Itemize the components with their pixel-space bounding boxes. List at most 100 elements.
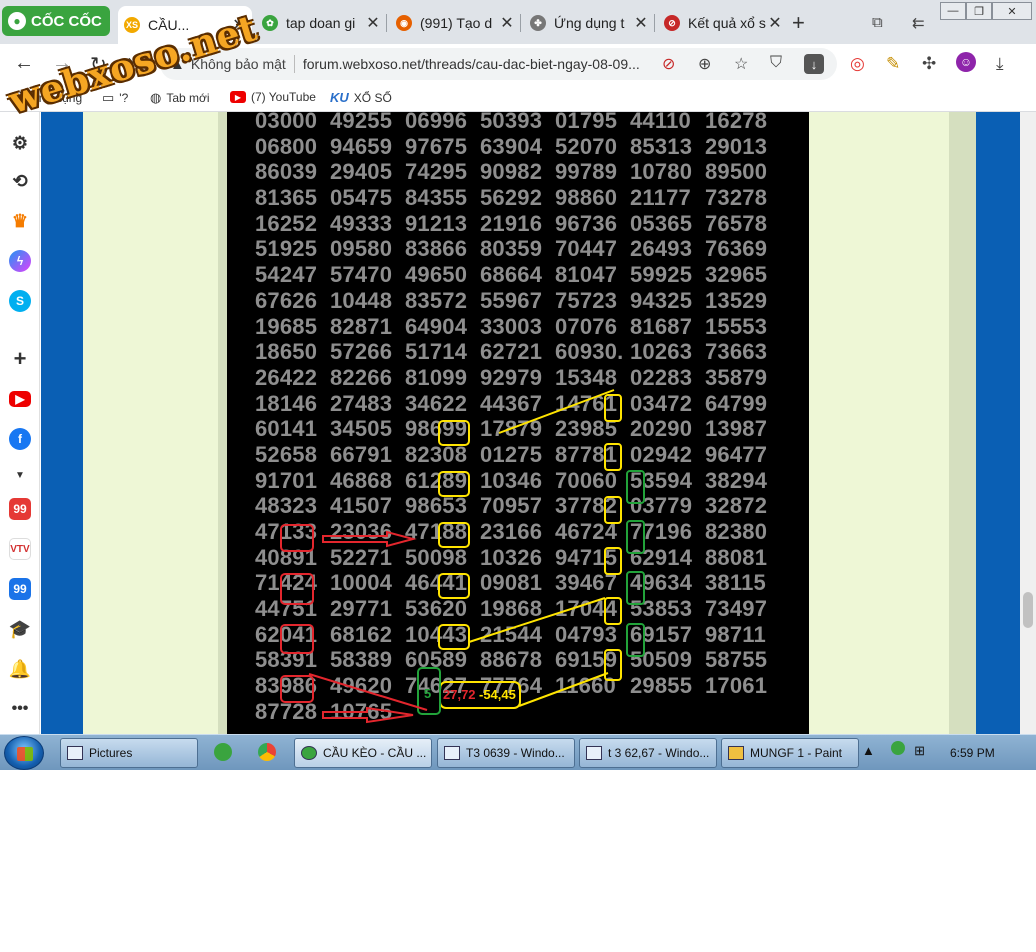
start-button[interactable]: [4, 736, 44, 770]
annotation-yellow-value: -54,45: [479, 687, 516, 702]
divider: [293, 55, 295, 73]
yellow-arrow-line: [498, 389, 615, 434]
skype-icon[interactable]: S: [9, 290, 31, 312]
annotation-digit: 5: [424, 686, 431, 701]
network-icon[interactable]: ⊞: [914, 743, 925, 758]
history-icon[interactable]: ⟲: [9, 170, 31, 192]
new-tab-button[interactable]: +: [792, 10, 805, 36]
shopee-99-icon[interactable]: 99: [9, 498, 31, 520]
coccoc-icon: [301, 746, 317, 760]
tab-title: (991) Tạo d: [420, 15, 493, 31]
chrome-extension-icon[interactable]: ◎: [850, 54, 865, 74]
paint-icon: [728, 746, 744, 760]
task-label: t 3 62,67 - Windo...: [608, 746, 710, 760]
cast-icon[interactable]: ⧉: [872, 14, 883, 31]
yellow-highlight-box: [438, 471, 470, 497]
bookmark-label: Tab mới: [166, 91, 210, 105]
results-icon: ⊘: [664, 15, 680, 31]
task-photo-viewer-1[interactable]: T3 0639 - Windo...: [437, 738, 575, 768]
yellow-highlight-box: [604, 394, 622, 422]
red-arrow: [322, 706, 414, 724]
ku-icon: KU: [330, 90, 349, 105]
pencil-icon[interactable]: ✎: [886, 54, 900, 74]
yellow-arrow-line: [518, 672, 609, 707]
star-icon[interactable]: ☆: [734, 54, 748, 74]
annotation-red-value: 27,72: [443, 687, 476, 702]
coccoc-logo-icon: ●: [8, 12, 26, 30]
chrome-quicklaunch-icon[interactable]: [258, 743, 276, 761]
task-coccoc[interactable]: CẦU KÈO - CẦU ...: [294, 738, 432, 768]
red-link-line: [308, 673, 428, 711]
graduation-cap-icon[interactable]: 🎓: [9, 618, 31, 640]
bookmark-label: (7) YouTube: [251, 90, 316, 104]
url-text[interactable]: forum.webxoso.net/threads/cau-dac-biet-n…: [303, 56, 640, 72]
taskbar-clock[interactable]: 6:59 PM: [950, 746, 995, 760]
close-icon[interactable]: ✕: [498, 13, 516, 33]
blocked-icon[interactable]: ⊘: [662, 54, 675, 74]
yellow-highlight-box: [604, 649, 622, 681]
youtube-icon[interactable]: ▶: [9, 391, 31, 407]
address-bar[interactable]: ▲ Không bảo mật forum.webxoso.net/thread…: [160, 48, 837, 80]
page-left-margin: [83, 112, 218, 734]
extensions-puzzle-icon[interactable]: ✣: [922, 54, 936, 74]
tab-2[interactable]: ✿ tap doan gi ✕: [256, 8, 387, 38]
task-photo-viewer-2[interactable]: t 3 62,67 - Windo...: [579, 738, 717, 768]
puzzle-icon: ✤: [530, 15, 546, 31]
messenger-icon[interactable]: ϟ: [9, 250, 31, 272]
scrollbar-thumb[interactable]: [1023, 592, 1033, 628]
close-icon[interactable]: ✕: [364, 13, 382, 33]
bookmark-xoso[interactable]: KU XỔ SỐ: [330, 90, 392, 105]
close-icon[interactable]: ✕: [632, 13, 650, 33]
green-highlight-box: [626, 470, 645, 504]
downloads-icon[interactable]: ⤓: [996, 54, 1004, 74]
back-arrow-icon[interactable]: ←: [14, 52, 34, 75]
bookmark-label: '?: [119, 91, 129, 105]
close-window-button[interactable]: ✕: [992, 2, 1032, 20]
green-highlight-box: [626, 520, 645, 554]
windows-taskbar: Pictures CẦU KÈO - CẦU ... T3 0639 - Win…: [0, 734, 1036, 770]
coccoc-menu-button[interactable]: ● CỐC CỐC: [2, 6, 110, 36]
firefox-icon: ◉: [396, 15, 412, 31]
settings-gear-icon[interactable]: ⚙: [9, 132, 31, 154]
task-paint[interactable]: MUNGF 1 - Paint: [721, 738, 859, 768]
yellow-highlight-box: [438, 573, 470, 599]
task-label: MUNGF 1 - Paint: [750, 746, 843, 760]
red-highlight-box: [280, 573, 314, 605]
more-icon[interactable]: •••: [9, 698, 31, 720]
download-page-icon[interactable]: ↓: [804, 54, 824, 74]
page-left-border: [218, 112, 227, 734]
vtv-go-icon[interactable]: VTV: [9, 538, 31, 560]
bookmark-new-tab[interactable]: ◍ Tab mới: [150, 90, 210, 106]
tray-expand-icon[interactable]: ▲: [862, 743, 875, 758]
tab-4[interactable]: ✤ Ứng dụng t ✕: [524, 8, 655, 38]
yellow-highlight-box: [604, 496, 622, 524]
facebook-icon[interactable]: f: [9, 428, 31, 450]
yellow-arrow-line: [468, 597, 606, 643]
yellow-highlight-box: [438, 522, 470, 548]
crown-icon[interactable]: ♛: [9, 210, 31, 232]
close-icon[interactable]: ✕: [766, 13, 784, 33]
page-right-band: [976, 112, 1020, 734]
task-pictures[interactable]: Pictures: [60, 738, 198, 768]
green-highlight-box: [626, 571, 645, 605]
maximize-button[interactable]: ❐: [966, 2, 992, 20]
task-label: Pictures: [89, 746, 133, 760]
share-icon[interactable]: ⇇: [912, 14, 925, 32]
shield-icon[interactable]: ⛉: [770, 54, 782, 72]
minimize-button[interactable]: —: [940, 2, 966, 20]
profile-avatar-icon[interactable]: ☺: [956, 52, 976, 72]
page-scrollbar[interactable]: [1020, 112, 1036, 734]
photo-viewer-icon: [586, 746, 602, 760]
add-icon[interactable]: +: [9, 346, 31, 371]
brand-label: CỐC CỐC: [31, 12, 102, 30]
tiki-icon[interactable]: 99: [9, 578, 31, 600]
bookmark-youtube[interactable]: ▶ (7) YouTube: [230, 90, 316, 104]
coccoc-tray-icon[interactable]: [890, 741, 905, 755]
chevron-down-icon[interactable]: ▼: [9, 464, 31, 486]
zoom-icon[interactable]: ⊕: [698, 54, 711, 74]
tab-5[interactable]: ⊘ Kết quả xổ s ✕: [658, 8, 788, 38]
coccoc-quicklaunch-icon[interactable]: [214, 743, 232, 761]
red-highlight-box: [280, 675, 314, 703]
tab-3[interactable]: ◉ (991) Tạo d ✕: [390, 8, 521, 38]
notification-bell-icon[interactable]: 🔔: [9, 658, 31, 680]
